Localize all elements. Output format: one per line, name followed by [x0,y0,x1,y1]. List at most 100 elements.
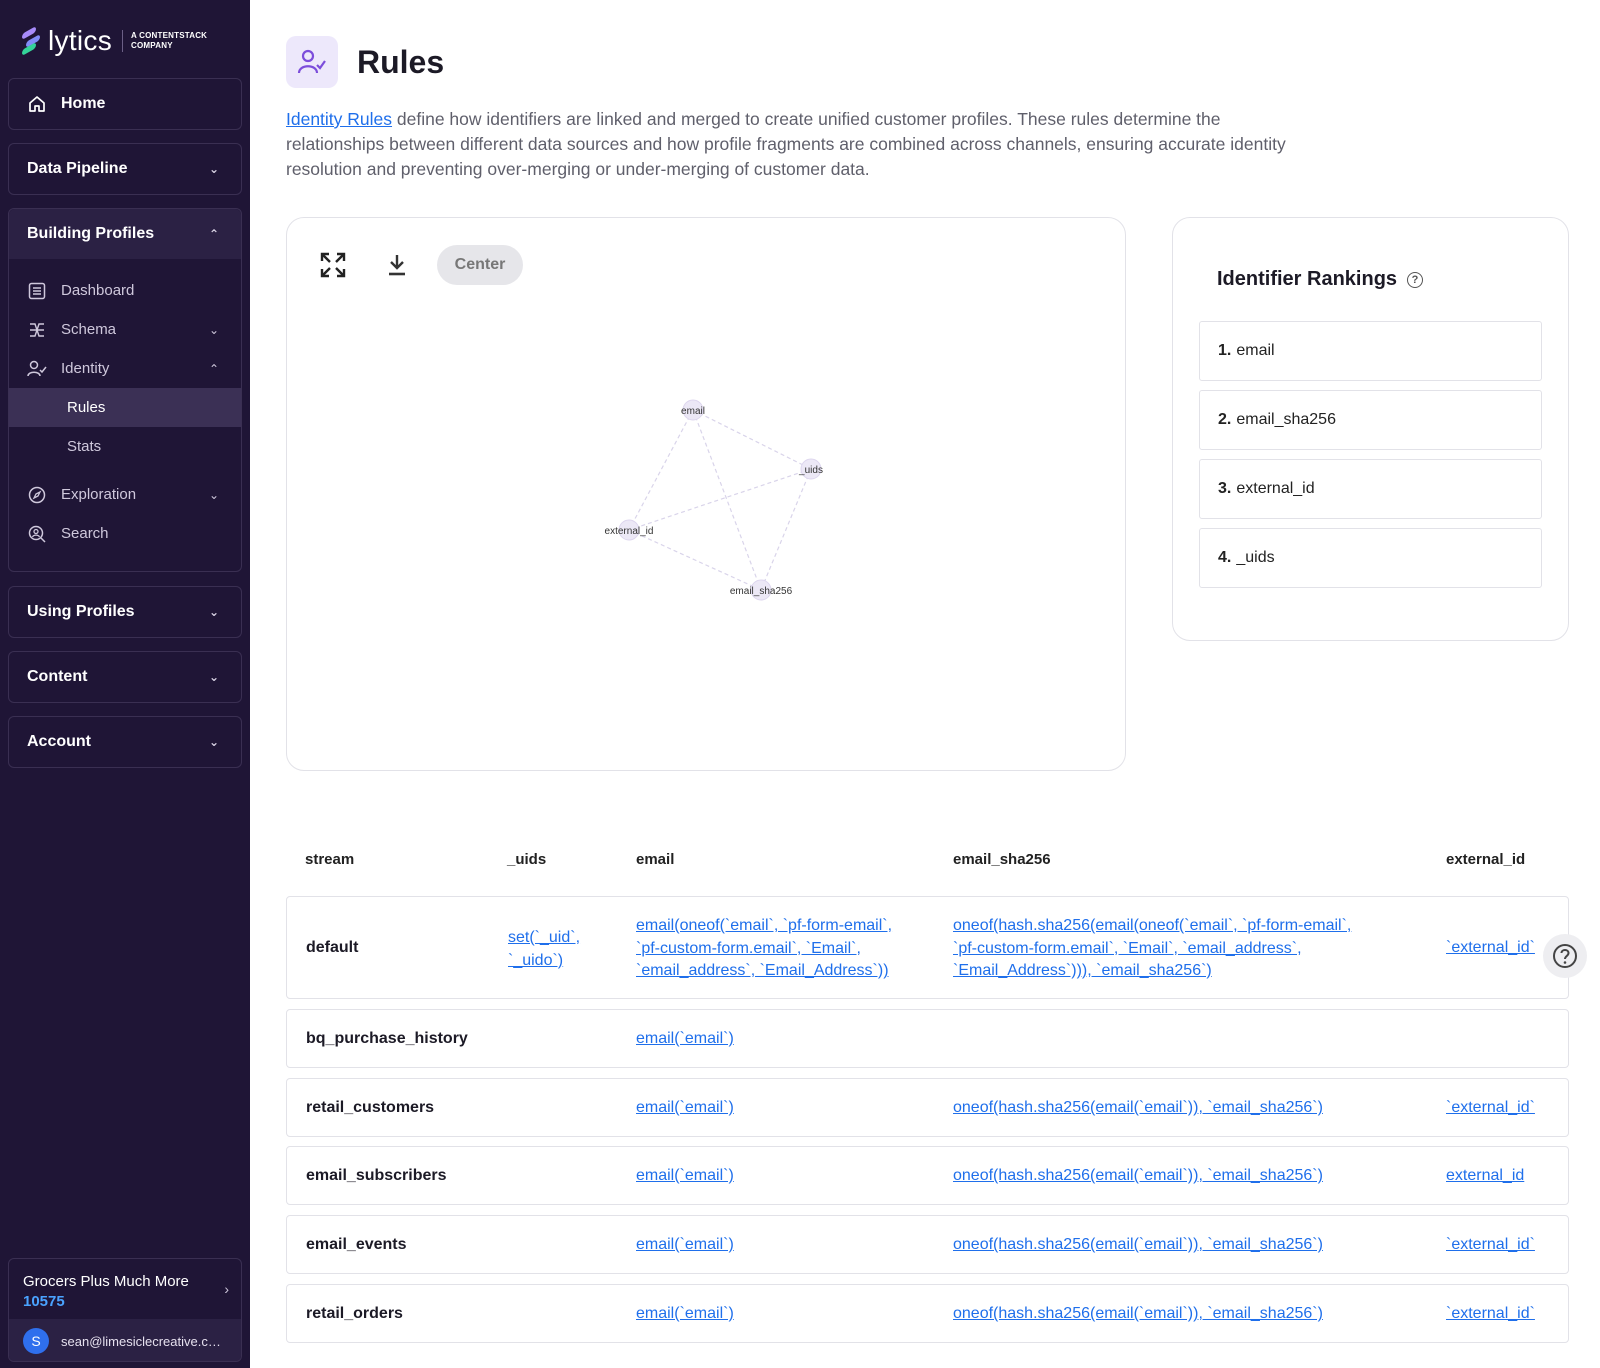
chevron-up-icon: ⌃ [208,361,220,376]
email-rule: email(`email`) [636,1097,734,1120]
rule-link[interactable]: `email_address`, `Email_Address`)) [636,962,889,979]
sidebar-item-search-label: Search [61,525,109,542]
rule-link[interactable]: email(`email`) [636,1030,734,1047]
rule-link[interactable]: set(`_uid`, [508,929,580,946]
rule-link[interactable]: email(oneof(`email`, `pf-form-email`, [636,917,892,934]
external-id-rule: external_id [1446,1165,1524,1188]
page-title: Rules [357,44,445,80]
graph-edge [760,468,812,591]
identity-rules-link[interactable]: Identity Rules [286,109,392,129]
search-user-icon [27,524,47,544]
lytics-logo[interactable]: lytics A CONTENTSTACK COMPANY [20,24,211,58]
sidebar-item-rules[interactable]: Rules [9,388,241,427]
nav-building-profiles: Building Profiles ⌃ Dashboard Schema ⌄ I… [8,208,242,572]
rule-link[interactable]: email(`email`) [636,1236,734,1253]
user-email: sean@limesiclecreative.com [61,1333,221,1349]
rule-link[interactable]: oneof(hash.sha256(email(`email`)), `emai… [953,1305,1323,1322]
email-rule: email(`email`) [636,1234,734,1257]
nav-content[interactable]: Content ⌄ [8,651,242,703]
nav-home[interactable]: Home [8,78,242,130]
sidebar-item-schema[interactable]: Schema ⌄ [9,310,241,349]
rule-link[interactable]: `Email_Address`))), `email_sha256`) [953,962,1212,979]
nav-content-label: Content [27,668,88,685]
rule-link[interactable]: `external_id` [1446,1305,1535,1322]
table-row: email_events email(`email`) oneof(hash.s… [286,1215,1569,1274]
ranking-item[interactable]: 2. email_sha256 [1199,390,1542,450]
identifier-rankings-title-text: Identifier Rankings [1217,268,1398,290]
rule-link[interactable]: external_id [1446,1167,1524,1184]
rule-link[interactable]: oneof(hash.sha256(email(`email`)), `emai… [953,1099,1323,1116]
email-sha256-rule: oneof(hash.sha256(email(`email`)), `emai… [953,1234,1323,1257]
sidebar-item-stats-label: Stats [67,438,102,455]
nav-data-pipeline[interactable]: Data Pipeline ⌄ [8,143,242,195]
ranking-number: 2. [1218,411,1232,428]
ranking-number: 1. [1218,342,1232,359]
identity-rules-icon [286,36,338,88]
external-id-rule: `external_id` [1446,937,1535,960]
table-row: email_subscribers email(`email`) oneof(h… [286,1146,1569,1205]
graph-edge [628,529,762,591]
table-row: bq_purchase_history email(`email`) [286,1009,1569,1068]
rule-link[interactable]: oneof(hash.sha256(email(`email`)), `emai… [953,1236,1323,1253]
rule-link[interactable]: `pf-custom-form.email`, `Email`, [636,940,861,957]
sidebar-item-exploration[interactable]: Exploration ⌄ [9,475,241,514]
rule-link[interactable]: `external_id` [1446,1236,1535,1253]
rule-link[interactable]: `external_id` [1446,1099,1535,1116]
avatar: S [23,1328,49,1354]
nav-using-profiles[interactable]: Using Profiles ⌄ [8,586,242,638]
account-switcher[interactable]: Grocers Plus Much More 10575 › S sean@li… [8,1258,242,1362]
rule-link[interactable]: email(`email`) [636,1167,734,1184]
sidebar-item-dashboard-label: Dashboard [61,282,135,299]
page-description: Identity Rules define how identifiers ar… [286,107,1296,182]
ranking-item[interactable]: 3. external_id [1199,459,1542,519]
rule-link[interactable]: email(`email`) [636,1305,734,1322]
sidebar-item-schema-label: Schema [61,321,117,338]
home-icon [29,96,45,112]
ranking-item[interactable]: 1. email [1199,321,1542,381]
nav-building-profiles-header[interactable]: Building Profiles ⌃ [9,209,241,259]
nav-building-profiles-label: Building Profiles [27,225,155,242]
table-row: default set(`_uid`, `_uido`) email(oneof… [286,896,1569,999]
nav-data-pipeline-label: Data Pipeline [27,160,128,177]
email-sha256-rule: oneof(hash.sha256(email(`email`)), `emai… [953,1303,1323,1326]
rule-link[interactable]: `_uido`) [508,952,563,969]
help-icon[interactable]: ? [1407,271,1424,288]
column-header-uids: _uids [507,851,547,868]
ranking-number: 3. [1218,480,1232,497]
help-button[interactable] [1543,934,1587,978]
sidebar-item-identity-label: Identity [61,360,110,377]
rule-link[interactable]: `external_id` [1446,939,1535,956]
nav-account[interactable]: Account ⌄ [8,716,242,768]
graph-node-label: external_id [605,526,654,537]
sidebar-item-stats[interactable]: Stats [9,427,241,466]
dashboard-icon [27,281,47,301]
schema-icon [27,320,47,340]
identity-graph-panel: Center email _uids external_id email_sha256 [286,217,1126,771]
nav-using-profiles-label: Using Profiles [27,603,135,620]
identifier-rankings-title: Identifier Rankings ? [1217,268,1424,291]
sidebar-item-identity[interactable]: Identity ⌃ [9,349,241,388]
external-id-rule: `external_id` [1446,1303,1535,1326]
rule-link[interactable]: `pf-custom-form.email`, `Email`, `email_… [953,940,1302,957]
external-id-rule: `external_id` [1446,1097,1535,1120]
ranking-item[interactable]: 4. _uids [1199,528,1542,588]
logo-divider [122,30,124,52]
chevron-down-icon: ⌄ [208,605,220,619]
sidebar-item-search[interactable]: Search [9,514,241,553]
email-sha256-rule: oneof(hash.sha256(email(`email`)), `emai… [953,1165,1323,1188]
email-rule: email(`email`) [636,1303,734,1326]
ranking-name: external_id [1236,480,1315,497]
rule-link[interactable]: oneof(hash.sha256(email(`email`)), `emai… [953,1167,1323,1184]
user-menu[interactable]: S sean@limesiclecreative.com [9,1319,241,1361]
graph-node-label: email_sha256 [730,586,793,597]
chevron-down-icon: ⌄ [208,162,220,176]
identity-graph[interactable]: email _uids external_id email_sha256 [287,218,1127,772]
rule-link[interactable]: email(`email`) [636,1099,734,1116]
column-header-stream: stream [305,851,355,868]
ranking-number: 4. [1218,549,1232,566]
sidebar: lytics A CONTENTSTACK COMPANY Home Data … [0,0,250,1368]
graph-edge [692,409,812,470]
sidebar-item-dashboard[interactable]: Dashboard [9,271,241,310]
rule-link[interactable]: oneof(hash.sha256(email(oneof(`email`, `… [953,917,1351,934]
chevron-up-icon: ⌃ [208,227,220,241]
